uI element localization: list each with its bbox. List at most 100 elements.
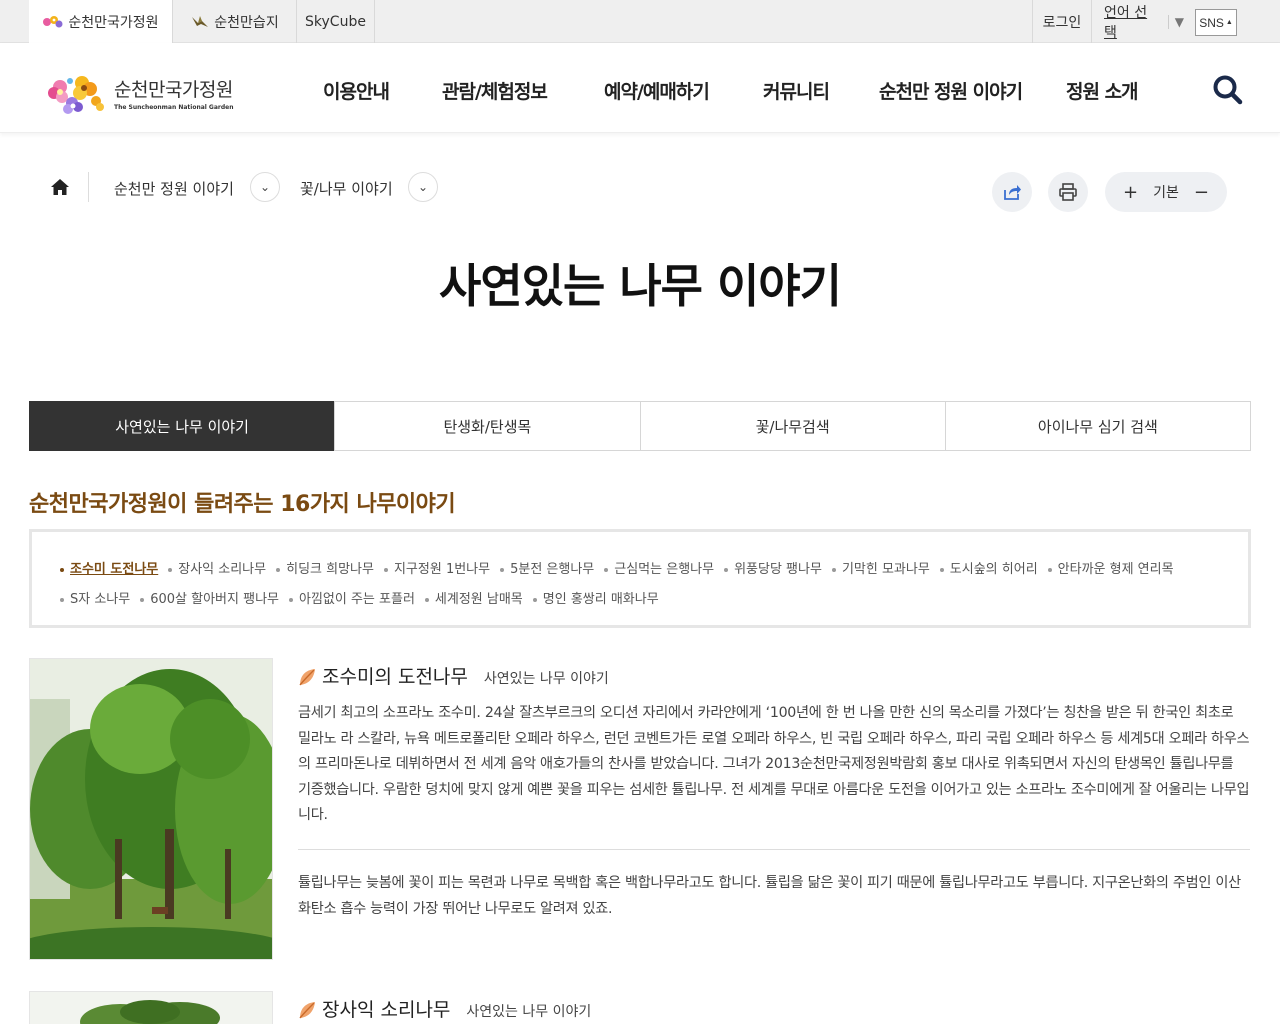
story-image [29, 991, 273, 1024]
tree-list-label: 안타까운 형제 연리목 [1057, 561, 1174, 577]
tab-child-tree-search[interactable]: 아이나무 심기 검색 [944, 401, 1251, 451]
nav-item-reservation[interactable]: 예약/예매하기 [604, 77, 710, 104]
tree-list-box: 조수미 도전나무 장사익 소리나무 히딩크 희망나무 지구정원 1번나무 5분전 은행나… [29, 529, 1251, 628]
tree-list-item[interactable]: 위풍당당 팽나무 [724, 552, 822, 582]
breadcrumb-level2[interactable]: 꽃/나무 이야기 [300, 178, 393, 199]
site-logo[interactable]: 순천만국가정원 The Suncheonman National Garden [46, 71, 236, 115]
search-button[interactable] [1212, 74, 1244, 106]
story-paragraph: 튤립나무는 늦봄에 꽃이 피는 목련과 나무로 목백합 혹은 백합나무라고도 합… [298, 875, 1241, 917]
tree-list-label: 조수미 도전나무 [70, 561, 159, 577]
tree-list-item[interactable]: 아낌없이 주는 포플러 [289, 582, 415, 612]
sns-label: SNS [1199, 15, 1224, 30]
sns-button[interactable]: SNS ▲ [1195, 9, 1237, 36]
nav-item-garden-story[interactable]: 순천만 정원 이야기 [879, 77, 1023, 104]
font-size-label: 기본 [1153, 185, 1179, 201]
bullet-dot-icon [604, 568, 609, 572]
tree-list-label: 명인 홍쌍리 매화나무 [542, 591, 659, 607]
page-title: 사연있는 나무 이야기 [439, 259, 842, 313]
language-select[interactable]: 언어 선택 ▼ [1104, 0, 1184, 43]
tree-list-item[interactable]: 근심먹는 은행나무 [604, 552, 714, 582]
bullet-dot-icon [500, 568, 505, 572]
search-icon [1213, 75, 1243, 105]
bullet-dot-icon [289, 598, 293, 602]
tab-flower-search[interactable]: 꽃/나무검색 [639, 401, 946, 451]
bullet-dot-icon [1047, 568, 1052, 572]
chevron-down-icon: ⌄ [417, 180, 429, 194]
font-increase-button[interactable]: + [1123, 182, 1138, 203]
site-tab-label: 순천만국가정원 [68, 15, 159, 31]
story-title: 조수미의 도전나무 [322, 666, 468, 688]
print-icon [1059, 183, 1077, 201]
home-button[interactable] [50, 177, 70, 197]
tree-list-item[interactable]: 도시숲의 히어리 [939, 552, 1038, 582]
tree-list-label: 아낌없이 주는 포플러 [299, 591, 415, 607]
font-size-control: + 기본 − [1105, 172, 1227, 212]
leaf-icon [299, 669, 315, 686]
tree-photo [30, 992, 272, 1024]
tree-list-item[interactable]: 세계정원 남매목 [424, 582, 523, 612]
bullet-dot-icon [140, 598, 145, 602]
story-image [29, 658, 273, 960]
site-tab-label: SkyCube [305, 13, 366, 30]
tree-list-item[interactable]: 안타까운 형제 연리목 [1047, 552, 1174, 582]
bullet-dot-icon [383, 568, 388, 572]
logo-english: The Suncheonman National Garden [114, 104, 234, 111]
print-button[interactable] [1048, 172, 1088, 212]
tree-list-item[interactable]: 명인 홍쌍리 매화나무 [532, 582, 659, 612]
tab-tree-stories[interactable]: 사연있는 나무 이야기 [29, 401, 336, 451]
tree-list-item[interactable]: 5분전 은행나무 [500, 552, 594, 582]
bullet-dot-icon [168, 568, 173, 572]
story-title: 장사익 소리나무 [322, 999, 451, 1021]
logo-korean: 순천만국가정원 [114, 79, 233, 101]
bullet-dot-icon [60, 598, 64, 602]
bullet-dot-icon [532, 598, 537, 602]
tree-list-item[interactable]: S자 소나무 [60, 582, 130, 612]
bullet-dot-icon [831, 568, 836, 572]
tree-list-label: 세계정원 남매목 [434, 591, 523, 607]
bird-icon [192, 15, 209, 27]
nav-item-community[interactable]: 커뮤니티 [763, 77, 830, 104]
leaf-icon [299, 1002, 315, 1019]
bullet-dot-icon [60, 568, 64, 572]
bullet-dot-icon [276, 568, 281, 572]
nav-item-usage[interactable]: 이용안내 [323, 77, 390, 104]
tree-list-label: 도시숲의 히어리 [949, 561, 1038, 577]
content-tabs: 사연있는 나무 이야기 탄생화/탄생목 꽃/나무검색 아이나무 심기 검색 [29, 401, 1251, 451]
tree-list-item[interactable]: 히딩크 희망나무 [276, 552, 374, 582]
site-tab-skycube[interactable]: SkyCube [297, 0, 375, 43]
breadcrumb-level1-dropdown[interactable]: ⌄ [250, 172, 280, 202]
tree-list-label: 600살 할아버지 팽나무 [150, 591, 279, 607]
tree-list-label: 근심먹는 은행나무 [614, 561, 715, 577]
nav-item-visit-info[interactable]: 관람/체험정보 [442, 77, 548, 104]
tree-list-item[interactable]: 기막힌 모과나무 [831, 552, 930, 582]
nav-item-garden-intro[interactable]: 정원 소개 [1066, 77, 1139, 104]
tree-list-item[interactable]: 600살 할아버지 팽나무 [140, 582, 279, 612]
tree-list-item[interactable]: 장사익 소리나무 [168, 552, 266, 582]
tree-list-label: 위풍당당 팽나무 [734, 561, 822, 577]
bullet-dot-icon [724, 568, 729, 572]
flower-logo-icon [48, 76, 104, 114]
site-tab-garden[interactable]: 순천만국가정원 [29, 0, 173, 44]
caret-up-icon: ▲ [1225, 19, 1233, 26]
tree-list-item[interactable]: 지구정원 1번나무 [383, 552, 490, 582]
story-heading: 조수미의 도전나무 사연있는 나무 이야기 [298, 662, 609, 689]
login-link[interactable]: 로그인 [1032, 0, 1092, 43]
bullet-dot-icon [939, 568, 944, 572]
share-icon [1004, 185, 1021, 200]
main-header: 순천만국가정원 The Suncheonman National Garden … [0, 43, 1280, 133]
breadcrumb-level1[interactable]: 순천만 정원 이야기 [114, 178, 234, 199]
breadcrumb-divider [88, 172, 89, 202]
tree-list: 조수미 도전나무 장사익 소리나무 히딩크 희망나무 지구정원 1번나무 5분전 은행나… [60, 552, 1220, 612]
bullet-dot-icon [424, 598, 429, 602]
breadcrumb-level2-dropdown[interactable]: ⌄ [408, 172, 438, 202]
logo-text: 순천만국가정원 The Suncheonman National Garden [114, 75, 234, 111]
share-button[interactable] [992, 172, 1032, 212]
chevron-down-icon: ⌄ [259, 180, 271, 194]
font-decrease-button[interactable]: − [1194, 182, 1209, 203]
site-tab-wetland[interactable]: 순천만습지 [173, 0, 297, 43]
tab-birth-flower[interactable]: 탄생화/탄생목 [334, 401, 641, 451]
tree-list-label: 기막힌 모과나무 [841, 561, 930, 577]
tulip-tree-photo [30, 659, 272, 959]
tree-list-item[interactable]: 조수미 도전나무 [60, 552, 158, 582]
flower-logo-icon [43, 16, 63, 28]
